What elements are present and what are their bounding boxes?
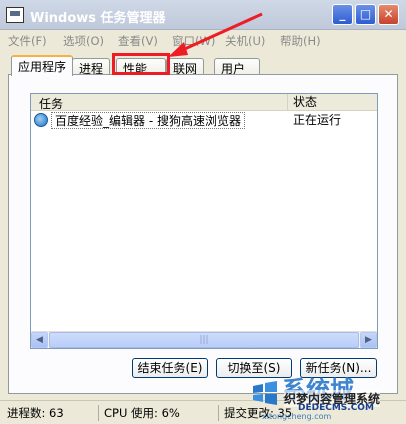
task-manager-icon <box>6 7 24 23</box>
close-button[interactable]: ✕ <box>378 4 399 25</box>
task-list[interactable]: 任务 状态 百度经验_编辑器 - 搜狗高速浏览器 正在运行 ◀ ||| ▶ <box>30 93 378 349</box>
cpu-usage: CPU 使用: 6% <box>98 405 180 421</box>
horizontal-scrollbar[interactable]: ◀ ||| ▶ <box>31 331 377 348</box>
scroll-thumb[interactable]: ||| <box>49 332 359 348</box>
annotation-arrow <box>168 12 263 57</box>
column-header-status[interactable]: 状态 <box>287 94 317 110</box>
watermark: 系统城 织梦内容管理系统 DEDECMS.COM xitongcheng.com <box>250 372 406 422</box>
process-count: 进程数: 63 <box>7 406 64 420</box>
browser-icon <box>34 113 48 127</box>
scroll-right-button[interactable]: ▶ <box>360 332 377 348</box>
menu-file[interactable]: 文件(F) <box>8 33 47 49</box>
column-header-task[interactable]: 任务 <box>39 95 63 112</box>
tab-applications[interactable]: 应用程序 <box>11 55 74 76</box>
task-status: 正在运行 <box>293 113 342 127</box>
minimize-button[interactable]: _ <box>332 4 353 25</box>
task-row[interactable]: 百度经验_编辑器 - 搜狗高速浏览器 正在运行 <box>31 112 377 129</box>
menu-help[interactable]: 帮助(H) <box>280 33 321 49</box>
maximize-button[interactable]: □ <box>355 4 376 25</box>
list-header: 任务 状态 <box>31 94 377 111</box>
end-task-button[interactable]: 结束任务(E) <box>132 358 208 378</box>
task-name: 百度经验_编辑器 - 搜狗高速浏览器 <box>51 112 245 129</box>
menu-options[interactable]: 选项(O) <box>63 33 104 49</box>
watermark-logo-icon <box>253 381 277 405</box>
scroll-left-button[interactable]: ◀ <box>31 332 48 348</box>
watermark-site-domain: xitongcheng.com <box>262 412 332 421</box>
window-title: Windows 任务管理器 <box>30 11 166 26</box>
